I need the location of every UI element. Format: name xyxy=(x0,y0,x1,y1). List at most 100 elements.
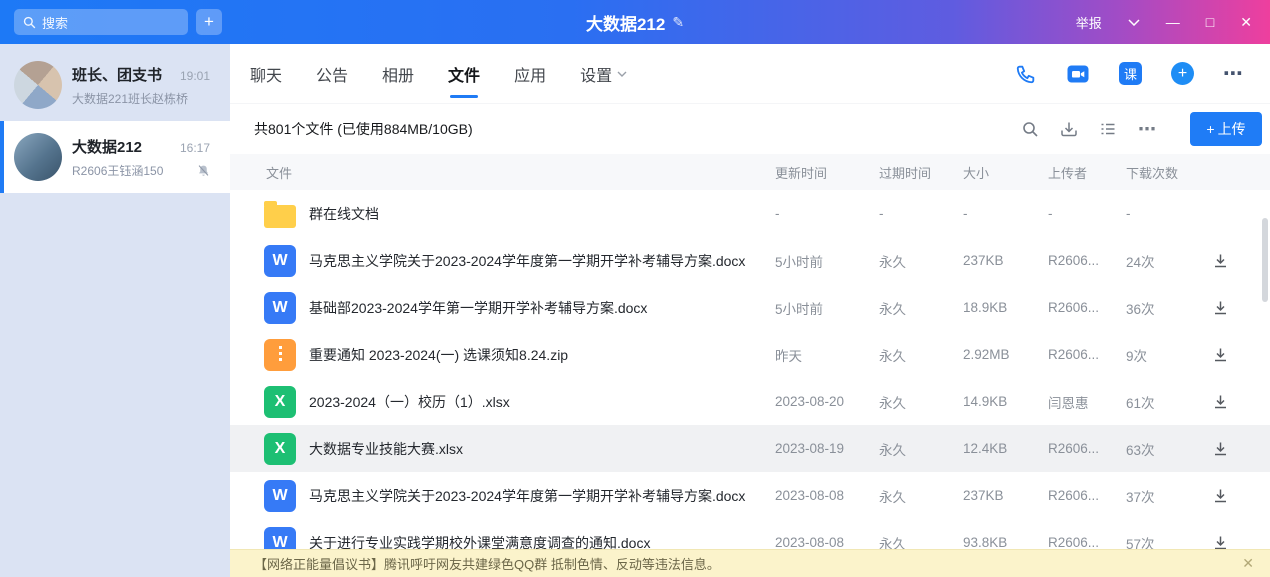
cell-updated: - xyxy=(775,206,879,221)
add-feature-button[interactable]: + xyxy=(1171,62,1194,85)
chat-name: 班长、团支书 xyxy=(72,64,174,85)
titlebar-controls: 举报 — □ ✕ xyxy=(1076,13,1270,32)
close-button[interactable]: ✕ xyxy=(1240,15,1252,29)
cell-expire: 永久 xyxy=(879,486,963,506)
tab-album[interactable]: 相册 xyxy=(382,44,414,104)
report-button[interactable]: 举报 xyxy=(1076,13,1102,32)
header-uploader: 上传者 xyxy=(1048,163,1126,182)
search-input[interactable]: 搜索 xyxy=(14,9,188,35)
file-name[interactable]: 马克思主义学院关于2023-2024学年度第一学期开学补考辅导方案.docx xyxy=(309,251,775,271)
chevron-down-icon[interactable] xyxy=(1128,19,1140,26)
chat-preview: 大数据221班长赵栋桥 xyxy=(72,90,210,107)
cell-downloads: 37次 xyxy=(1126,486,1198,506)
tab-chat[interactable]: 聊天 xyxy=(250,44,282,104)
tab-actions: 课 + ⋯ xyxy=(1015,61,1244,86)
edit-title-icon[interactable]: ✎ xyxy=(672,14,684,31)
file-name[interactable]: 重要通知 2023-2024(一) 选课须知8.24.zip xyxy=(309,345,775,365)
file-name[interactable]: 马克思主义学院关于2023-2024学年度第一学期开学补考辅导方案.docx xyxy=(309,486,775,506)
table-row[interactable]: 重要通知 2023-2024(一) 选课须知8.24.zip昨天永久2.92MB… xyxy=(230,331,1270,378)
tab-settings[interactable]: 设置 xyxy=(580,44,627,104)
window-title: 大数据212 ✎ xyxy=(586,0,684,44)
cell-uploader: R2606... xyxy=(1048,300,1126,315)
upload-button[interactable]: + 上传 xyxy=(1190,112,1262,146)
download-icon[interactable] xyxy=(1198,300,1242,315)
download-icon[interactable] xyxy=(1198,441,1242,456)
titlebar: 搜索 + 大数据212 ✎ 举报 — □ ✕ xyxy=(0,0,1270,44)
file-table-body: 群在线文档-----W马克思主义学院关于2023-2024学年度第一学期开学补考… xyxy=(230,190,1270,577)
cell-downloads: 63次 xyxy=(1126,439,1198,459)
list-view-icon[interactable] xyxy=(1099,120,1117,138)
chat-list-item[interactable]: 班长、团支书 19:01 大数据221班长赵栋桥 xyxy=(0,49,230,121)
download-icon[interactable] xyxy=(1198,394,1242,409)
search-files-icon[interactable] xyxy=(1022,121,1039,138)
close-icon[interactable]: ✕ xyxy=(1242,555,1254,572)
download-icon[interactable] xyxy=(1198,488,1242,503)
file-name[interactable]: 群在线文档 xyxy=(309,204,775,224)
header-updated: 更新时间 xyxy=(775,163,879,182)
qq-group-window: 搜索 + 大数据212 ✎ 举报 — □ ✕ 班长、团支书 19:01 xyxy=(0,0,1270,577)
header-downloads: 下载次数 xyxy=(1126,163,1198,182)
upload-label: 上传 xyxy=(1218,119,1246,139)
minimize-button[interactable]: — xyxy=(1166,15,1180,29)
add-chat-button[interactable]: + xyxy=(196,9,222,35)
download-icon[interactable] xyxy=(1198,347,1242,362)
chat-item-body: 班长、团支书 19:01 大数据221班长赵栋桥 xyxy=(72,64,210,107)
cell-uploader: R2606... xyxy=(1048,441,1126,456)
video-call-button[interactable] xyxy=(1066,62,1090,86)
chat-list-sidebar: 班长、团支书 19:01 大数据221班长赵栋桥 大数据212 16:17 xyxy=(0,44,230,577)
cell-expire: - xyxy=(879,206,963,221)
table-row[interactable]: W马克思主义学院关于2023-2024学年度第一学期开学补考辅导方案.docx5… xyxy=(230,237,1270,284)
chevron-down-icon xyxy=(617,71,627,77)
cell-updated: 2023-08-08 xyxy=(775,535,879,550)
voice-call-button[interactable] xyxy=(1015,63,1037,85)
table-row[interactable]: X大数据专业技能大赛.xlsx2023-08-19永久12.4KBR2606..… xyxy=(230,425,1270,472)
header-size: 大小 xyxy=(963,163,1048,182)
table-row[interactable]: X2023-2024（一）校历（1）.xlsx2023-08-20永久14.9K… xyxy=(230,378,1270,425)
tab-apps[interactable]: 应用 xyxy=(514,44,546,104)
file-toolbar-actions: ⋯ + 上传 xyxy=(1022,112,1262,146)
file-name[interactable]: 2023-2024（一）校历（1）.xlsx xyxy=(309,392,775,412)
cell-uploader: R2606... xyxy=(1048,253,1126,268)
titlebar-left: 搜索 + xyxy=(0,9,230,35)
word-icon: W xyxy=(264,292,296,324)
cell-updated: 2023-08-19 xyxy=(775,441,879,456)
cell-expire: 永久 xyxy=(879,345,963,365)
cell-updated: 2023-08-08 xyxy=(775,488,879,503)
cell-uploader: R2606... xyxy=(1048,535,1126,550)
header-expire: 过期时间 xyxy=(879,163,963,182)
search-placeholder: 搜索 xyxy=(42,13,68,32)
table-row[interactable]: 群在线文档----- xyxy=(230,190,1270,237)
plus-icon: + xyxy=(204,12,214,32)
chat-name: 大数据212 xyxy=(72,136,174,157)
file-count-summary: 共801个文件 (已使用884MB/10GB) xyxy=(254,119,473,139)
group-panel: 聊天 公告 相册 文件 应用 设置 课 + xyxy=(230,44,1270,577)
maximize-button[interactable]: □ xyxy=(1206,15,1214,29)
file-name[interactable]: 基础部2023-2024学年第一学期开学补考辅导方案.docx xyxy=(309,298,775,318)
inbox-download-icon[interactable] xyxy=(1060,120,1078,138)
group-class-button[interactable]: 课 xyxy=(1119,62,1142,85)
tab-announcement[interactable]: 公告 xyxy=(316,44,348,104)
zip-icon xyxy=(264,339,296,371)
chat-time: 19:01 xyxy=(180,69,210,83)
notice-text: 【网络正能量倡议书】腾讯呼吁网友共建绿色QQ群 抵制色情、反动等违法信息。 xyxy=(254,554,1242,573)
download-icon[interactable] xyxy=(1198,253,1242,268)
tab-files[interactable]: 文件 xyxy=(448,44,480,104)
cell-size: 2.92MB xyxy=(963,347,1048,362)
download-icon[interactable] xyxy=(1198,535,1242,550)
scrollbar[interactable] xyxy=(1262,218,1268,302)
cell-uploader: 闫恩惠 xyxy=(1048,392,1126,412)
cell-updated: 5小时前 xyxy=(775,251,879,271)
table-row[interactable]: W马克思主义学院关于2023-2024学年度第一学期开学补考辅导方案.docx2… xyxy=(230,472,1270,519)
cell-downloads: 36次 xyxy=(1126,298,1198,318)
notice-banner: 【网络正能量倡议书】腾讯呼吁网友共建绿色QQ群 抵制色情、反动等违法信息。 ✕ xyxy=(230,549,1270,577)
more-icon[interactable]: ⋯ xyxy=(1138,119,1156,140)
chat-list-item-selected[interactable]: 大数据212 16:17 R2606王钰涵150 xyxy=(0,121,230,193)
more-icon[interactable]: ⋯ xyxy=(1223,61,1244,86)
group-title: 大数据212 xyxy=(586,10,665,35)
chat-time: 16:17 xyxy=(180,141,210,155)
tab-settings-label: 设置 xyxy=(580,62,612,86)
file-table-header: 文件 更新时间 过期时间 大小 上传者 下载次数 xyxy=(230,154,1270,190)
table-row[interactable]: W基础部2023-2024学年第一学期开学补考辅导方案.docx5小时前永久18… xyxy=(230,284,1270,331)
file-name[interactable]: 大数据专业技能大赛.xlsx xyxy=(309,439,775,459)
cell-expire: 永久 xyxy=(879,298,963,318)
